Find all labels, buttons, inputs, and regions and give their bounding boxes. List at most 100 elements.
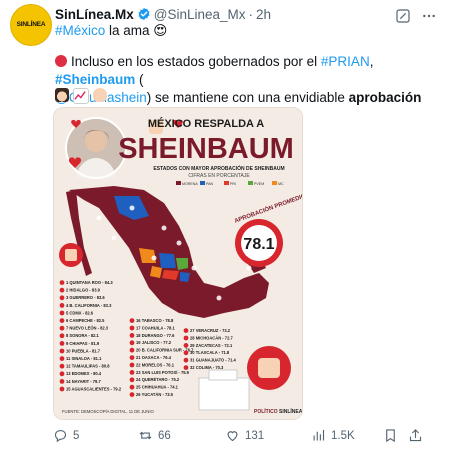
infographic-svg: MÉXICO RESPALDA A SHEINBAUM ESTADOS CON … bbox=[54, 108, 302, 419]
portrait-face bbox=[85, 130, 107, 152]
title-top: MÉXICO RESPALDA A bbox=[148, 117, 264, 130]
rank-marker bbox=[129, 377, 135, 383]
bookmark-icon bbox=[386, 429, 395, 443]
ballot-box bbox=[198, 377, 250, 411]
share-button[interactable] bbox=[408, 428, 423, 443]
rank-item: 11 SINALOA - 81.1 bbox=[66, 356, 102, 361]
rank-marker bbox=[59, 287, 65, 293]
rank-marker bbox=[129, 355, 135, 360]
subtitle-2: CIFRAS EN PORCENTAJE bbox=[188, 173, 250, 179]
legend-label: PRI bbox=[230, 182, 236, 186]
rank-marker bbox=[59, 356, 65, 361]
legend-label: MORENA bbox=[182, 182, 198, 186]
account-handle[interactable]: @SinLinea_Mx bbox=[154, 7, 246, 22]
rank-item: 15 AGUASCALIENTES - 79.2 bbox=[66, 386, 122, 391]
rank-item: 8 SONORA - 82.1 bbox=[66, 333, 100, 338]
legend-swatch bbox=[224, 181, 229, 185]
rank-marker bbox=[183, 365, 189, 370]
rank-marker bbox=[183, 343, 189, 348]
tweet-line-1: #México la ama 😍 bbox=[55, 23, 167, 39]
rank-marker bbox=[59, 333, 65, 339]
legend-swatch bbox=[176, 181, 181, 185]
verified-badge-icon bbox=[138, 7, 150, 21]
comma: , bbox=[369, 54, 374, 69]
clap-icon bbox=[93, 88, 107, 102]
rank-item: 25 CHIHUAHUA - 74.1 bbox=[136, 385, 179, 390]
infographic-image[interactable]: MÉXICO RESPALDA A SHEINBAUM ESTADOS CON … bbox=[53, 107, 303, 420]
chart-icon bbox=[73, 88, 89, 104]
brand-politico: POLÍTICO bbox=[254, 407, 278, 415]
source: FUENTE: DEMOSCOPÍA DIGITAL, 11 DE JUNIO bbox=[62, 409, 154, 414]
like-button[interactable]: 131 bbox=[225, 428, 264, 443]
rank-item: 17 COAHUILA - 78.1 bbox=[136, 325, 175, 330]
account-name[interactable]: SinLínea.Mx bbox=[55, 7, 134, 22]
retweet-button[interactable]: 66 bbox=[138, 428, 171, 443]
subtitle: ESTADOS CON MAYOR APROBACIÓN DE SHEINBAU… bbox=[153, 164, 284, 172]
rank-item: 24 QUERÉTARO - 75.2 bbox=[136, 377, 180, 382]
bookmark-button[interactable] bbox=[383, 428, 398, 443]
rank-marker bbox=[183, 335, 189, 341]
emoji-row bbox=[55, 88, 107, 104]
rank-item: 28 MICHOACÁN - 72.7 bbox=[190, 335, 233, 340]
paren: ( bbox=[135, 72, 144, 87]
rank-item: 1 QUINTANA ROO - 84.3 bbox=[66, 280, 113, 285]
legend-label: MC bbox=[278, 182, 284, 186]
rank-marker bbox=[129, 333, 135, 338]
avatar[interactable]: SINLÍNEA bbox=[10, 4, 52, 46]
legend-label: PVEM bbox=[254, 182, 264, 186]
grok-icon[interactable] bbox=[395, 8, 411, 24]
avatar-text: SINLÍNEA bbox=[16, 20, 46, 28]
legend-swatch bbox=[248, 181, 253, 185]
rank-marker bbox=[59, 348, 65, 354]
rank-marker bbox=[59, 318, 65, 323]
rank-marker bbox=[129, 384, 135, 390]
hashtag-prian[interactable]: #PRIAN bbox=[321, 54, 370, 69]
legend-swatch bbox=[272, 181, 277, 185]
more-options-icon[interactable] bbox=[421, 8, 437, 24]
rank-marker bbox=[129, 340, 135, 346]
legend-swatch bbox=[200, 181, 205, 185]
rank-item: 10 PUEBLA - 81.7 bbox=[66, 348, 101, 353]
views-button[interactable]: 1.5K bbox=[311, 428, 355, 443]
timestamp[interactable]: 2h bbox=[256, 7, 271, 22]
hashtag-mexico[interactable]: #México bbox=[55, 23, 105, 38]
bold-aprobacion: aprobación bbox=[348, 90, 422, 105]
rank-item: 5 CDMX - 82.6 bbox=[66, 310, 94, 315]
rank-item: 22 MORELOS - 76.1 bbox=[136, 362, 175, 367]
rank-marker bbox=[129, 347, 135, 353]
badge-value: 78.1 bbox=[243, 236, 274, 253]
rank-item: 30 TLAXCALA - 71.8 bbox=[190, 350, 230, 355]
rank-item: 14 NAYARIT - 79.7 bbox=[66, 379, 101, 384]
rank-item: 18 DURANGO - 77.6 bbox=[136, 333, 175, 338]
rank-item: 12 TAMAULIPAS - 80.8 bbox=[66, 364, 110, 369]
separator-dot: · bbox=[248, 6, 254, 22]
rank-item: 2 HIDALGO - 83.9 bbox=[66, 288, 101, 293]
rank-item: 3 GUERRERO - 83.6 bbox=[66, 295, 105, 300]
rank-item: 32 COLIMA - 70.3 bbox=[190, 365, 224, 370]
brand-sinlinea: SINLÍNEA bbox=[279, 407, 302, 415]
share-icon bbox=[409, 429, 422, 442]
hashtag-sheinbaum[interactable]: #Sheinbaum bbox=[55, 72, 135, 87]
rank-marker bbox=[59, 379, 65, 384]
tweet-header: SinLínea.Mx @SinLinea_Mx · 2h bbox=[55, 5, 439, 23]
views-count: 1.5K bbox=[331, 429, 355, 442]
reply-button[interactable]: 5 bbox=[53, 428, 79, 443]
tweet-actions: 5 66 131 1.5K bbox=[53, 428, 428, 446]
rank-item: 27 VERACRUZ - 73.2 bbox=[190, 328, 231, 333]
body-text-1: Incluso en los estados gobernados por el bbox=[71, 54, 321, 69]
reply-count: 5 bbox=[73, 429, 80, 442]
rank-marker bbox=[183, 350, 189, 356]
rank-marker bbox=[129, 362, 135, 368]
reply-icon bbox=[54, 429, 67, 443]
retweet-count: 66 bbox=[158, 429, 171, 442]
rank-marker bbox=[59, 386, 65, 392]
rank-item: 7 NUEVO LEÓN - 82.3 bbox=[66, 326, 109, 331]
rank-marker bbox=[59, 341, 65, 346]
rank-item: 29 ZACATECAS - 72.1 bbox=[190, 343, 233, 348]
rank-marker bbox=[129, 370, 135, 375]
rank-item: 13 EDOMEX - 80.4 bbox=[66, 371, 102, 376]
rank-marker bbox=[129, 318, 135, 323]
title-main: SHEINBAUM bbox=[118, 133, 294, 165]
rank-marker bbox=[183, 328, 189, 333]
header-actions bbox=[395, 8, 437, 24]
